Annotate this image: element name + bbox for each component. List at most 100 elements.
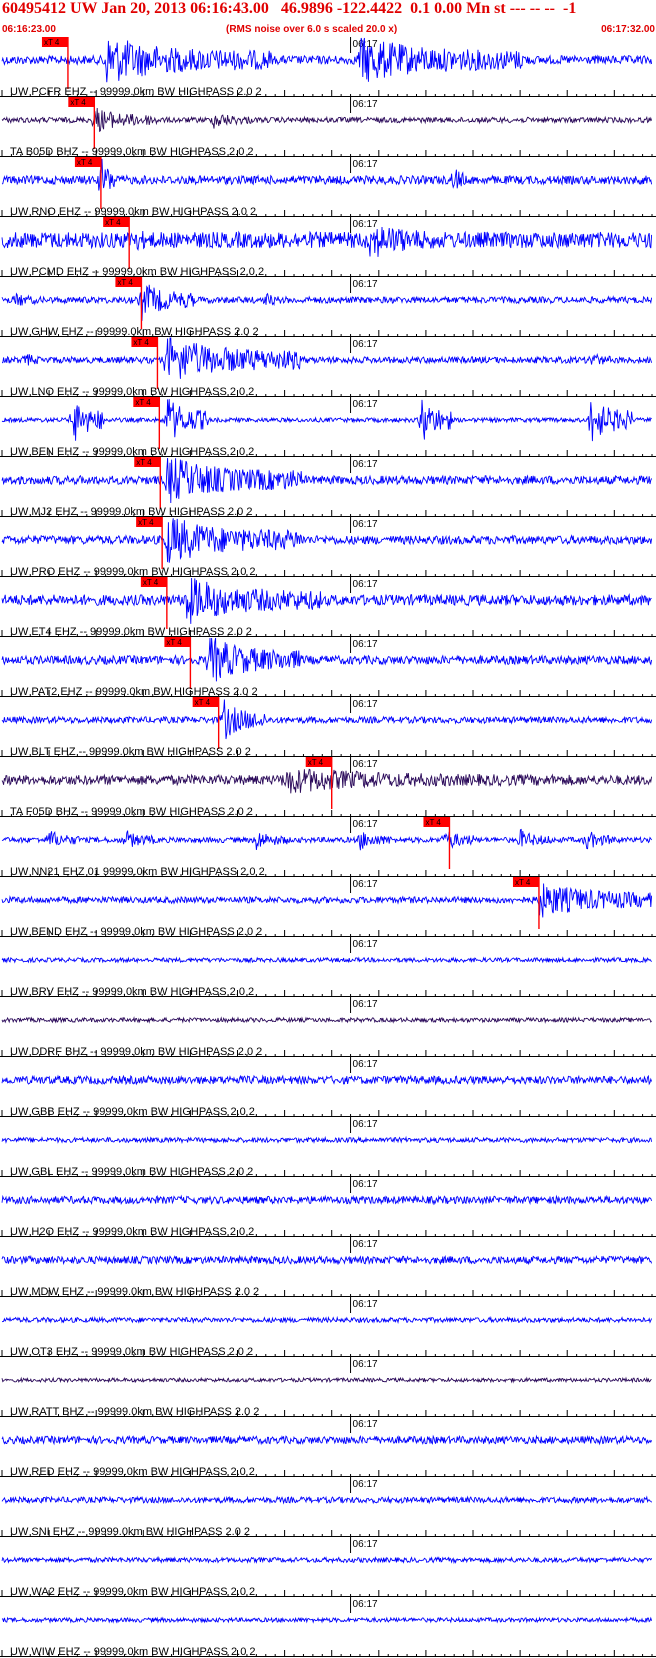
station-label: UW RED EHZ -- 99999.0km BW HIGHPASS 2.0 … xyxy=(10,1466,255,1478)
waveform-trace xyxy=(1,1135,653,1145)
waveform-trace xyxy=(1,828,652,851)
trace-row-0: 06:17 xT 4 UW PCFR EHZ -- 99999.0km BW HIG… xyxy=(0,37,656,98)
trace-row-1: 06:17 xT 4 TA B05D BHZ -- 99999.0km BW HIG… xyxy=(0,97,656,158)
station-label: UW WIW EHZ -- 99999.0km BW HIGHPASS 2.0 … xyxy=(10,1646,256,1658)
station-label: UW PRO EHZ -- 99999.0km BW HIGHPASS 2.0 … xyxy=(10,566,256,578)
waveform-trace xyxy=(2,337,653,379)
trace-row-13: 06:17 xT 4 UW NN21 EHZ 01 99999.0km BW HIG… xyxy=(0,817,656,878)
minute-label: 06:17 xyxy=(353,1419,378,1430)
station-label: UW PCFR EHZ -- 99999.0km BW HIGHPASS 2.0… xyxy=(10,86,262,98)
minute-label: 06:17 xyxy=(353,1599,378,1610)
pick-label: xT 4 xyxy=(135,398,151,407)
pick-label: xT 4 xyxy=(425,818,441,827)
event-header: 60495412 UW Jan 20, 2013 06:16:43.00 46.… xyxy=(2,0,577,17)
minute-label: 06:17 xyxy=(353,99,378,110)
trace-row-23: 06:17 UW RED EHZ -- 99999.0km BW HIGHPASS… xyxy=(0,1417,656,1478)
minute-label: 06:17 xyxy=(353,339,378,350)
station-label: UW BLT EHZ -- 99999.0km BW HIGHPASS 2.0 … xyxy=(10,746,251,758)
pick-label: xT 4 xyxy=(195,698,211,707)
station-label: UW RNO EHZ -- 99999.0km BW HIGHPASS 2.0 … xyxy=(10,206,256,218)
station-label: UW BEND EHZ -- 99999.0km BW HIGHPASS 2.0… xyxy=(10,926,262,938)
trace-row-12: 06:17 xT 4 TA F05D BHZ -- 99999.0km BW HIG… xyxy=(0,757,656,818)
minute-label: 06:17 xyxy=(353,279,378,290)
scale-note: (RMS noise over 6.0 s scaled 20.0 x) xyxy=(226,24,398,35)
waveform-trace xyxy=(1,956,652,964)
minute-label: 06:17 xyxy=(353,999,378,1010)
trace-row-16: 06:17 UW DDRF BHZ -- 99999.0km BW HIGHPAS… xyxy=(0,997,656,1058)
trace-row-15: 06:17 UW BRV EHZ -- 99999.0km BW HIGHPASS… xyxy=(0,937,656,998)
trace-row-22: 06:17 UW RATT BHZ -- 99999.0km BW HIGHPAS… xyxy=(0,1357,656,1418)
station-label: UW BEN EHZ -- 99999.0km BW HIGHPASS 2.0 … xyxy=(10,446,254,458)
trace-row-19: 06:17 UW H2O EHZ -- 99999.0km BW HIGHPASS… xyxy=(0,1177,656,1238)
station-label: UW ET4 EHZ -- 99999.0km BW HIGHPASS 2.0 … xyxy=(10,626,252,638)
minute-label: 06:17 xyxy=(353,39,378,50)
waveform-trace xyxy=(1,518,653,563)
minute-label: 06:17 xyxy=(353,1239,378,1250)
waveform-trace xyxy=(1,1616,653,1624)
station-label: UW OT3 EHZ -- 99999.0km BW HIGHPASS 2.0 … xyxy=(10,1346,253,1358)
station-label: UW MJ2 EHZ -- 99999.0km BW HIGHPASS 2.0 … xyxy=(10,506,252,518)
station-label: UW PCMD EHZ -- 99999.0km BW HIGHPASS 2.0… xyxy=(10,266,264,278)
station-label: UW PAT2 EHZ -- 99999.0km BW HIGHPASS 2.0… xyxy=(10,686,258,698)
waveform-trace xyxy=(1,699,653,740)
start-time: 06:16:23.00 xyxy=(2,24,56,35)
station-label: UW RATT BHZ -- 99999.0km BW HIGHPASS 2.0… xyxy=(10,1406,259,1418)
pick-label: xT 4 xyxy=(136,458,152,467)
trace-row-17: 06:17 UW GBB EHZ -- 99999.0km BW HIGHPASS… xyxy=(0,1057,656,1118)
waveform-trace xyxy=(1,1315,653,1325)
trace-row-25: 06:17 UW WA2 EHZ -- 99999.0km BW HIGHPASS… xyxy=(0,1537,656,1598)
pick-label: xT 4 xyxy=(143,578,159,587)
waveform-trace xyxy=(1,883,653,918)
minute-label: 06:17 xyxy=(353,519,378,530)
waveform-trace xyxy=(1,1074,653,1086)
pick-label: xT 4 xyxy=(133,338,149,347)
trace-row-7: 06:17 xT 4 UW MJ2 EHZ -- 99999.0km BW HIGH… xyxy=(0,457,656,518)
pick-label: xT 4 xyxy=(70,98,86,107)
waveform-trace xyxy=(1,226,653,257)
minute-label: 06:17 xyxy=(353,639,378,650)
trace-row-5: 06:17 xT 4 UW LNO EHZ -- 99999.0km BW HIGH… xyxy=(0,337,656,398)
waveform-trace xyxy=(1,1016,652,1024)
waveform-trace xyxy=(1,577,652,624)
trace-row-26: 06:17 UW WIW EHZ -- 99999.0km BW HIGHPASS… xyxy=(0,1597,656,1658)
pick-label: xT 4 xyxy=(44,38,60,47)
waveform-trace xyxy=(1,1434,653,1446)
trace-row-18: 06:17 UW GBL EHZ -- 99999.0km BW HIGHPASS… xyxy=(0,1117,656,1178)
station-label: UW GBL EHZ -- 99999.0km BW HIGHPASS 2.0 … xyxy=(10,1166,253,1178)
trace-row-21: 06:17 UW OT3 EHZ -- 99999.0km BW HIGHPASS… xyxy=(0,1297,656,1358)
minute-label: 06:17 xyxy=(353,939,378,950)
end-time: 06:17:32.00 xyxy=(601,24,655,35)
waveform-trace xyxy=(1,37,653,83)
station-label: UW WA2 EHZ -- 99999.0km BW HIGHPASS 2.0 … xyxy=(10,1586,255,1598)
trace-row-14: 06:17 xT 4 UW BEND EHZ -- 99999.0km BW HIG… xyxy=(0,877,656,938)
trace-row-11: 06:17 xT 4 UW BLT EHZ -- 99999.0km BW HIGH… xyxy=(0,697,656,758)
trace-row-10: 06:17 xT 4 UW PAT2 EHZ -- 99999.0km BW HIG… xyxy=(0,637,656,698)
seismogram-plot: 06:17xT 4UW PCFR EHZ -- 99999.0km BW HIG… xyxy=(0,37,656,1658)
minute-label: 06:17 xyxy=(353,1179,378,1190)
seismogram-page: 06:17 xT 4 UW PCFR EHZ -- 99999.0km BW HIG… xyxy=(0,0,656,1658)
pick-label: xT 4 xyxy=(166,638,182,647)
pick-label: xT 4 xyxy=(515,878,531,887)
minute-label: 06:17 xyxy=(353,1479,378,1490)
minute-label: 06:17 xyxy=(353,159,378,170)
trace-row-2: 06:17 xT 4 UW RNO EHZ -- 99999.0km BW HIGH… xyxy=(0,157,656,218)
waveform-trace xyxy=(1,768,653,794)
station-label: UW BRV EHZ -- 99999.0km BW HIGHPASS 2.0 … xyxy=(10,986,254,998)
station-label: UW SNI EHZ -- 99999.0km BW HIGHPASS 2.0 … xyxy=(10,1526,250,1538)
pick-label: xT 4 xyxy=(105,218,121,227)
trace-row-9: 06:17 xT 4 UW ET4 EHZ -- 99999.0km BW HIGH… xyxy=(0,577,656,638)
minute-label: 06:17 xyxy=(353,1059,378,1070)
pick-label: xT 4 xyxy=(117,278,133,287)
minute-label: 06:17 xyxy=(353,579,378,590)
minute-label: 06:17 xyxy=(353,1539,378,1550)
station-label: UW DDRF BHZ -- 99999.0km BW HIGHPASS 2.0… xyxy=(10,1046,262,1058)
station-label: TA F05D BHZ -- 99999.0km BW HIGHPASS 2.0… xyxy=(10,806,253,818)
station-label: UW NN21 EHZ 01 99999.0km BW HIGHPASS 2.0… xyxy=(10,866,265,878)
minute-label: 06:17 xyxy=(353,879,378,890)
waveform-trace xyxy=(1,1495,652,1505)
station-label: UW GHW EHZ -- 99999.0km BW HIGHPASS 2.0 … xyxy=(10,326,259,338)
station-label: UW GBB EHZ -- 99999.0km BW HIGHPASS 2.0 … xyxy=(10,1106,255,1118)
minute-label: 06:17 xyxy=(353,459,378,470)
station-label: UW H2O EHZ -- 99999.0km BW HIGHPASS 2.0 … xyxy=(10,1226,254,1238)
minute-label: 06:17 xyxy=(353,1359,378,1370)
